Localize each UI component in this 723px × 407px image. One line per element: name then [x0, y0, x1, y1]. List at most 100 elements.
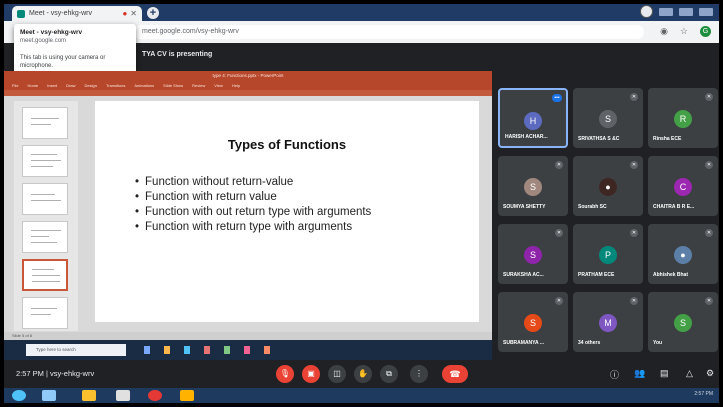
host-controls-icon[interactable]: ⚙ [706, 368, 714, 379]
new-tab-button[interactable]: + [147, 7, 159, 19]
window-controls [640, 5, 713, 18]
shared-taskbar-icon [244, 346, 250, 354]
participant-name: SOUMYA SHETTY [503, 204, 546, 210]
powerpoint-title-bar: type 4: Functions.pptx - PowerPoint [4, 71, 492, 81]
taskbar-folder-icon[interactable] [82, 390, 96, 401]
star-icon[interactable]: ☆ [680, 26, 688, 37]
ribbon-tab[interactable]: File [12, 81, 18, 90]
ribbon-tab[interactable]: View [214, 81, 223, 90]
participant-name: SRIVATHSA S &C [578, 136, 620, 142]
more-options-button[interactable]: ⋮ [410, 365, 428, 383]
camera-in-use-icon[interactable]: ◉ [660, 26, 668, 37]
participants-grid: H HARISH ACHAR... ••• S SRIVATHSA S &C ✕ R Rins… [498, 88, 719, 358]
meet-favicon-icon [17, 9, 25, 18]
taskbar-app-icon[interactable] [116, 390, 130, 401]
ribbon-tab[interactable]: Design [84, 81, 96, 90]
participant-tile[interactable]: ● Abhishek Bhat ✕ [648, 224, 718, 284]
participant-tile[interactable]: S SOUMYA SHETTY ✕ [498, 156, 568, 216]
participant-name: You [653, 340, 663, 346]
ribbon-tab[interactable]: Transitions [106, 81, 125, 90]
slide-bullet: Function with out return type with argum… [135, 205, 371, 220]
participant-tile[interactable]: ● Sourabh SC ✕ [573, 156, 643, 216]
camera-off-button[interactable]: ▣ [302, 365, 320, 383]
mic-muted-icon: ✕ [630, 93, 638, 101]
participant-avatar: S [599, 110, 617, 128]
more-options-icon[interactable]: ••• [552, 94, 562, 102]
popup-title: Meet - vsy-ehkg-wrv [20, 29, 83, 36]
participant-avatar: R [674, 110, 692, 128]
shared-taskbar-icon [144, 346, 150, 354]
participant-name: CHAITRA B R E... [653, 204, 695, 210]
participant-name: PRATHAM ECE [578, 272, 615, 278]
participant-tile[interactable]: S You ✕ [648, 292, 718, 352]
participant-tile[interactable]: P PRATHAM ECE ✕ [573, 224, 643, 284]
participant-avatar: S [674, 314, 692, 332]
windows-taskbar: 2:57 PM [4, 388, 719, 403]
ribbon-tab[interactable]: Home [27, 81, 38, 90]
account-avatar[interactable]: G [700, 26, 711, 37]
people-icon[interactable]: 👥 [634, 368, 645, 379]
captions-button[interactable]: ◫ [328, 365, 346, 383]
ribbon-tab[interactable]: Insert [47, 81, 57, 90]
chat-icon[interactable]: ▤ [660, 368, 669, 379]
participant-tile[interactable]: S SUBRAMANYA ... ✕ [498, 292, 568, 352]
slide-bullet: Function without return-value [135, 175, 371, 190]
participant-name: SUBRAMANYA ... [503, 340, 545, 346]
slide-bullet: Function with return type with arguments [135, 220, 371, 235]
participant-tile[interactable]: S SRIVATHSA S &C ✕ [573, 88, 643, 148]
browser-tab[interactable]: Meet - vsy-ehkg-wrv ● ✕ [12, 6, 142, 21]
participant-avatar: ● [599, 178, 617, 196]
url-field[interactable]: meet.google.com/vsy-ehkg-wrv [134, 25, 644, 39]
profile-avatar[interactable] [640, 5, 653, 18]
participant-name: Sourabh SC [578, 204, 607, 210]
slide-thumbnail[interactable] [22, 221, 68, 253]
participant-tile[interactable]: C CHAITRA B R E... ✕ [648, 156, 718, 216]
ribbon-tab[interactable]: Slide Show [163, 81, 183, 90]
presenting-banner: TYA CV is presenting [142, 51, 213, 58]
start-button[interactable] [12, 390, 26, 401]
activities-icon[interactable]: △ [686, 368, 693, 379]
powerpoint-ribbon [4, 90, 492, 96]
shared-taskbar-icon [224, 346, 230, 354]
system-clock: 2:57 PM [694, 391, 713, 397]
mic-muted-icon: ✕ [705, 229, 713, 237]
ribbon-tab[interactable]: Animations [134, 81, 154, 90]
participant-tile[interactable]: R Rinsha ECE ✕ [648, 88, 718, 148]
mic-off-button[interactable]: 🎙 [276, 365, 294, 383]
shared-screen: type 4: Functions.pptx - PowerPoint File… [4, 71, 492, 360]
participant-tile[interactable]: S SURAKSHA AC... ✕ [498, 224, 568, 284]
close-tab-icon[interactable]: ✕ [130, 9, 137, 18]
powerpoint-status-bar: Slide 5 of 8 [4, 332, 492, 340]
leave-call-button[interactable]: ☎ [442, 365, 468, 383]
ribbon-tab[interactable]: Help [232, 81, 240, 90]
participant-tile[interactable]: M 34 others ✕ [573, 292, 643, 352]
slide-thumbnails [14, 101, 78, 331]
minimize-button[interactable] [659, 7, 673, 16]
mic-muted-icon: ✕ [705, 93, 713, 101]
slide-thumbnail[interactable] [22, 145, 68, 177]
maximize-button[interactable] [679, 7, 693, 16]
browser-tab-bar: Meet - vsy-ehkg-wrv ● ✕ + [4, 4, 719, 21]
meeting-details-icon[interactable]: ⓘ [610, 368, 619, 381]
slide-thumbnail-selected[interactable] [22, 259, 68, 291]
slide-thumbnail[interactable] [22, 183, 68, 215]
shared-search-box: Type here to search [26, 344, 126, 356]
taskbar-app-icon[interactable] [42, 390, 56, 401]
participant-avatar: M [599, 314, 617, 332]
taskbar-chrome-icon[interactable] [148, 390, 162, 401]
ribbon-tab[interactable]: Draw [66, 81, 75, 90]
mic-muted-icon: ✕ [630, 161, 638, 169]
shared-windows-taskbar: Type here to search [4, 340, 492, 360]
slide-thumbnail[interactable] [22, 297, 68, 329]
present-button[interactable]: ⧉ [380, 365, 398, 383]
shared-taskbar-icon [204, 346, 210, 354]
participant-avatar: H [524, 112, 542, 130]
ribbon-tab[interactable]: Review [192, 81, 205, 90]
close-window-button[interactable] [699, 7, 713, 16]
participant-tile[interactable]: H HARISH ACHAR... ••• [498, 88, 568, 148]
taskbar-app-icon[interactable] [180, 390, 194, 401]
powerpoint-ribbon-tabs: File Home Insert Draw Design Transitions Anima… [4, 81, 492, 90]
slide-thumbnail[interactable] [22, 107, 68, 139]
slide-title: Types of Functions [227, 137, 347, 152]
raise-hand-button[interactable]: ✋ [354, 365, 372, 383]
